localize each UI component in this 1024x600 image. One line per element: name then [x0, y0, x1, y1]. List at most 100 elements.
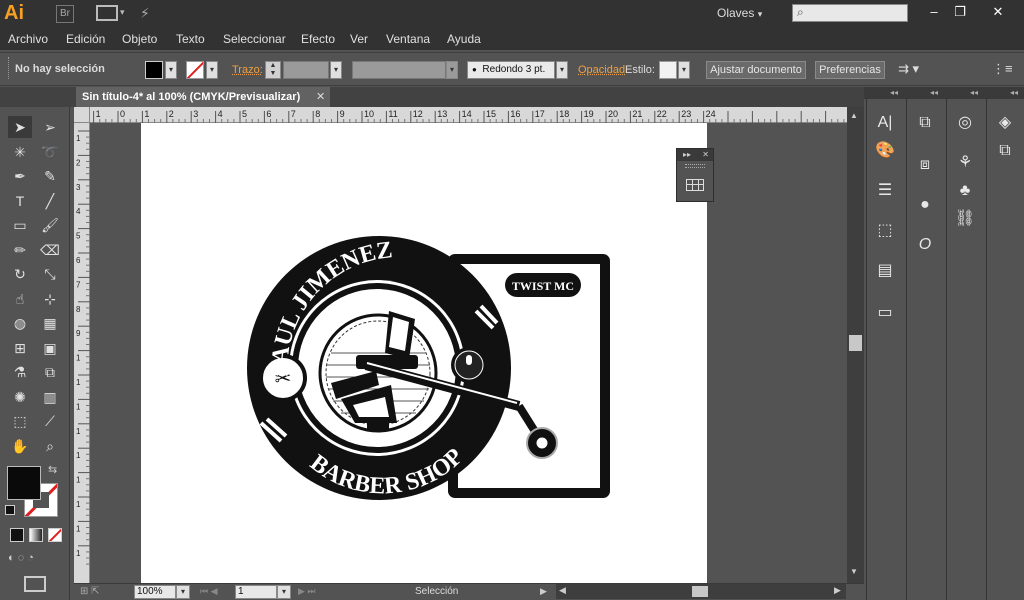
vertical-scroll-thumb[interactable] [849, 335, 862, 351]
close-tab-icon[interactable]: ✕ [316, 90, 325, 103]
scroll-up-icon[interactable]: ▲ [850, 111, 858, 120]
gpu-performance-icon[interactable]: ⚡ [140, 5, 160, 23]
menu-efecto[interactable]: Efecto [301, 32, 335, 46]
artboard-tool-icon[interactable]: ⬚ [8, 410, 32, 432]
asset-export-icon[interactable]: ⧉ [992, 138, 1018, 164]
hand-tool-icon[interactable]: ✋ [8, 435, 32, 457]
status-menu-icon[interactable]: ▶ [540, 586, 547, 597]
rotate-icon[interactable]: ↻ [8, 263, 32, 285]
layers-panel-icon[interactable]: ◈ [992, 110, 1018, 136]
lasso-icon[interactable]: ➰ [38, 141, 62, 163]
menu-ayuda[interactable]: Ayuda [447, 32, 481, 46]
stroke-swatch[interactable] [186, 61, 204, 79]
stroke-weight-input[interactable] [283, 61, 329, 79]
search-input[interactable]: ⌕ [792, 4, 908, 22]
align-text-icon[interactable]: ☰ [872, 178, 898, 204]
pen-tool-icon[interactable]: ✒ [8, 165, 32, 187]
adjust-document-button[interactable]: Ajustar documento [706, 61, 806, 79]
scroll-right-icon[interactable]: ▶ [834, 585, 841, 596]
curvature-icon[interactable]: ✎ [38, 165, 62, 187]
dock-collapse-icon-2[interactable]: ◂◂ [930, 88, 938, 97]
panel-menu-icon[interactable]: ⋮≡ [992, 61, 1013, 77]
restore-button[interactable]: ❐ [946, 2, 974, 22]
symbols-icon[interactable]: ⚘ [952, 150, 978, 176]
gradient-panel-icon[interactable]: ▭ [872, 300, 898, 326]
ruler-origin[interactable] [74, 107, 90, 123]
dock-collapse-icon-3[interactable]: ◂◂ [970, 88, 978, 97]
direct-selection-tool-icon[interactable]: ➢ [38, 116, 62, 138]
arrange-dropdown-icon[interactable]: ▾ [120, 7, 125, 18]
column-graph-icon[interactable]: ▥ [38, 386, 62, 408]
close-floating-panel-icon[interactable]: ✕ [702, 149, 709, 161]
floating-panel[interactable]: ▸▸ ✕ [676, 148, 714, 202]
scroll-left-icon[interactable]: ◀ [559, 585, 566, 596]
align-panel-icon[interactable]: ▤ [872, 258, 898, 284]
horizontal-ruler[interactable]: 1 0 1 2 3 4 5 6 7 8 9 10 11 12 13 14 15 16 17 18 19 20 21 22 23 2… [90, 107, 847, 123]
arrange-icon[interactable]: ⇉ ▾ [898, 61, 919, 77]
dock-collapse-icon-4[interactable]: ◂◂ [1010, 88, 1018, 97]
menu-archivo[interactable]: Archivo [8, 32, 48, 46]
opacity-label[interactable]: Opacidad [578, 64, 625, 76]
fill-color-front[interactable] [7, 466, 41, 500]
zoom-tool-icon[interactable]: ⌕ [38, 435, 62, 457]
rectangle-tool-icon[interactable]: ▭ [8, 214, 32, 236]
eraser-icon[interactable]: ⌫ [38, 239, 62, 261]
barber-shop-logo[interactable]: TWIST MC ✂ PAUL JIMENEZ BARBER SHOP [141, 123, 707, 583]
menu-objeto[interactable]: Objeto [122, 32, 157, 46]
menu-texto[interactable]: Texto [176, 32, 205, 46]
appearance-icon[interactable]: ● [912, 192, 938, 218]
links-panel-icon[interactable]: ⛓ [952, 206, 978, 232]
gradient-icon[interactable]: ▣ [38, 337, 62, 359]
transform-panel-icon[interactable]: ⬚ [872, 218, 898, 244]
type-tool-icon[interactable]: T [8, 190, 32, 212]
next-artboard-icons[interactable]: ▶ ⏭ [298, 586, 316, 597]
zoom-input[interactable]: 100% [134, 585, 176, 599]
horizontal-scrollbar[interactable]: ◀ ▶ [556, 584, 846, 599]
pencil-icon[interactable]: ✏ [8, 239, 32, 261]
variable-width-profile[interactable] [352, 61, 446, 79]
brush-definition[interactable]: ● Redondo 3 pt. [467, 61, 555, 79]
prev-artboard-icons[interactable]: ⏮ ◀ [200, 586, 218, 597]
scale-icon[interactable]: ⤡ [38, 263, 62, 285]
floating-panel-header[interactable]: ▸▸ ✕ [677, 149, 713, 161]
opentype-icon[interactable]: O [912, 232, 938, 258]
menu-seleccionar[interactable]: Seleccionar [223, 32, 286, 46]
zoom-dropdown[interactable]: ▾ [176, 585, 190, 599]
shape-builder-icon[interactable]: ◍ [8, 312, 32, 334]
symbol-sprayer-icon[interactable]: ✺ [8, 386, 32, 408]
paintbrush-icon[interactable]: 🖌 [38, 214, 62, 236]
club-symbol-icon[interactable]: ♣ [952, 178, 978, 204]
preferences-button[interactable]: Preferencias [815, 61, 885, 79]
pathfinder-icon[interactable]: ⧉ [912, 110, 938, 136]
mesh-icon[interactable]: ⊞ [8, 337, 32, 359]
warp-icon[interactable]: ☝ [8, 288, 32, 310]
magic-wand-icon[interactable]: ✳ [8, 141, 32, 163]
menu-edicion[interactable]: Edición [66, 32, 105, 46]
color-mode-icon[interactable] [10, 528, 24, 542]
free-transform-icon[interactable]: ⊹ [38, 288, 62, 310]
perspective-icon[interactable]: ▦ [38, 312, 62, 334]
default-colors-icon[interactable] [5, 505, 15, 515]
stroke-weight-stepper[interactable]: ▲ ▼ [265, 61, 281, 79]
brush-dropdown[interactable]: ▾ [556, 61, 568, 79]
width-profile-dropdown[interactable]: ▾ [446, 61, 458, 79]
menu-ventana[interactable]: Ventana [386, 32, 430, 46]
expand-panel-icon[interactable]: ▸▸ [683, 150, 691, 159]
vertical-scrollbar[interactable]: ▲ ▼ [847, 107, 864, 583]
stroke-weight-dropdown[interactable]: ▾ [330, 61, 342, 79]
menu-ver[interactable]: Ver [350, 32, 368, 46]
fill-dropdown[interactable]: ▾ [165, 61, 177, 79]
document-tab[interactable]: Sin título-4* al 100% (CMYK/Previsualiza… [76, 87, 330, 107]
selection-tool-icon[interactable]: ➤ [8, 116, 32, 138]
table-grid-icon[interactable] [686, 179, 704, 191]
dock-collapse-icon-1[interactable]: ◂◂ [890, 88, 898, 97]
screen-mode-icon[interactable] [24, 576, 46, 592]
workspace-switcher[interactable]: Olaves ▾ [717, 6, 762, 20]
vertical-ruler[interactable]: 1 2 3 4 5 6 7 8 9 1 1 1 1 1 1 1 1 1 [74, 123, 90, 583]
eyedropper-icon[interactable]: ⚗ [8, 361, 32, 383]
scroll-down-icon[interactable]: ▼ [850, 567, 858, 576]
arrange-documents-icon[interactable] [96, 5, 118, 21]
blend-icon[interactable]: ⧉ [38, 361, 62, 383]
swap-colors-icon[interactable]: ⇆ [48, 463, 57, 476]
stroke-label[interactable]: Trazo: [232, 64, 263, 76]
